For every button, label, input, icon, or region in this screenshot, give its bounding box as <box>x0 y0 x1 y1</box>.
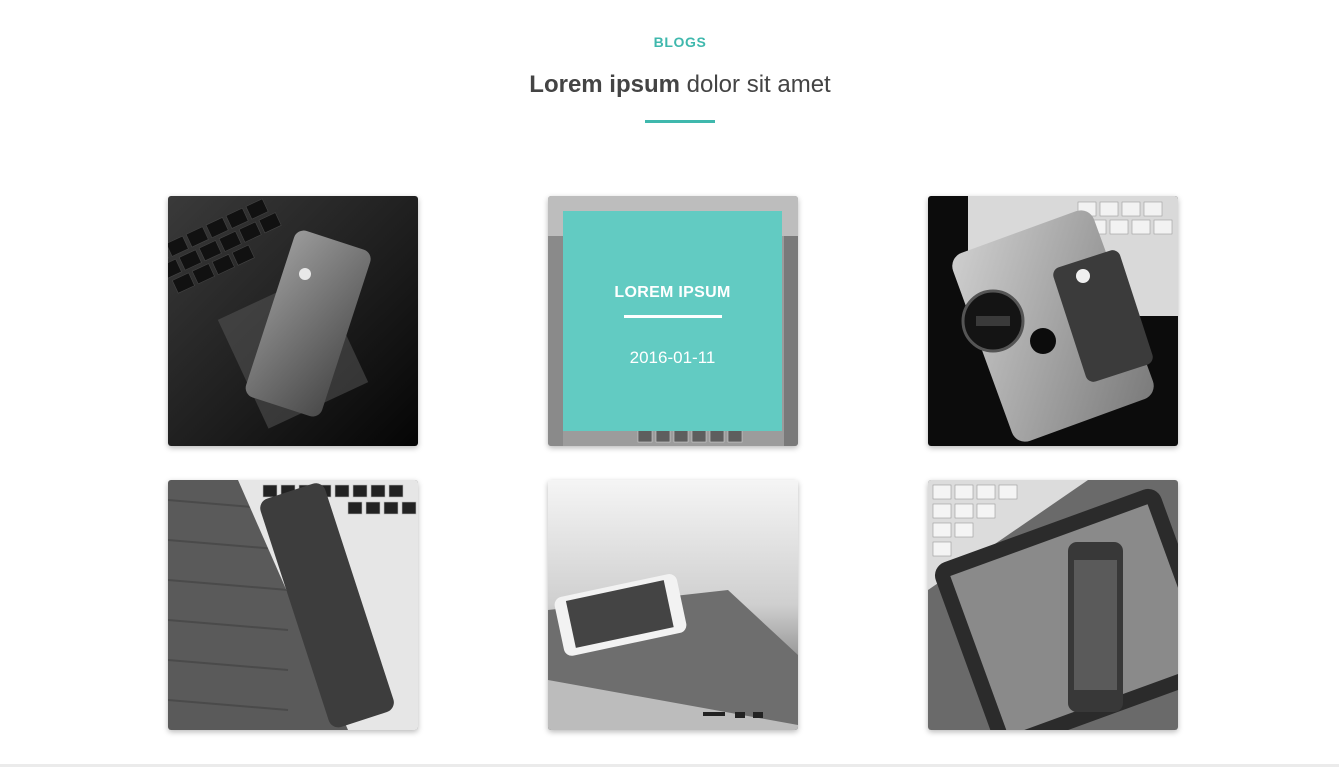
blog-card-divider <box>624 315 722 318</box>
blog-card-date: 2016-01-11 <box>629 348 716 367</box>
title-divider <box>645 120 715 123</box>
blog-card-3[interactable] <box>928 196 1178 446</box>
blog-card-title[interactable]: LOREM IPSUM <box>563 284 782 302</box>
blog-card-image <box>928 480 1178 730</box>
blog-card-4[interactable] <box>168 480 418 730</box>
section-title-rest: dolor sit amet <box>679 71 831 98</box>
section-title-bold: Lorem ipsum <box>529 71 680 98</box>
blog-card-image <box>168 196 418 446</box>
blog-card-6[interactable] <box>928 480 1178 730</box>
section-kicker: BLOGS <box>653 34 707 50</box>
section-title: Lorem ipsum dolor sit amet <box>0 71 1339 99</box>
blogs-section: BLOGS Lorem ipsum dolor sit amet LOREM I… <box>0 0 1339 767</box>
blog-card-image <box>928 196 1178 446</box>
blog-card-1[interactable] <box>168 196 418 446</box>
blog-card-5[interactable] <box>548 480 798 730</box>
blog-card-2[interactable]: LOREM IPSUM 2016-01-11 <box>548 196 798 446</box>
blog-card-image <box>168 480 418 730</box>
blog-card-overlay[interactable]: LOREM IPSUM 2016-01-11 <box>563 211 782 431</box>
blog-card-image <box>548 480 798 730</box>
